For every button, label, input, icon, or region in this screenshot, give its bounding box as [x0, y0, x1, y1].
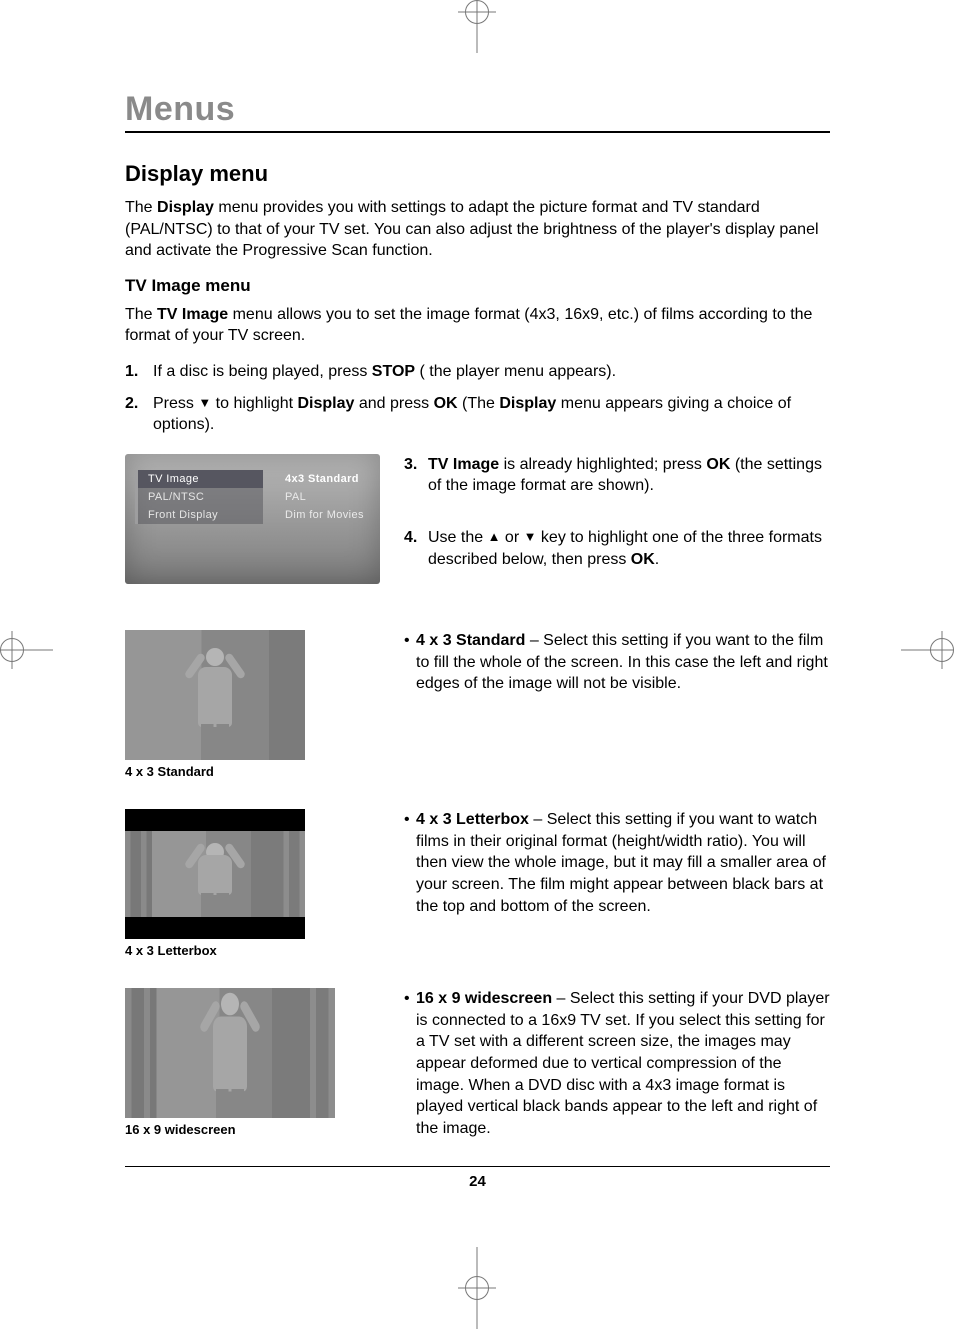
thumbnail-4x3-standard [125, 630, 305, 760]
step-1: 1. If a disc is being played, press STOP… [125, 361, 830, 383]
thumbnail-16x9-widescreen [125, 988, 335, 1118]
menu-value-front-display: Dim for Movies [285, 506, 364, 524]
steps-list-continued: 3. TV Image is already highlighted; pres… [404, 454, 830, 570]
format-description-widescreen: • 16 x 9 widescreen – Select this settin… [404, 988, 830, 1139]
menu-item-front-display: Front Display [138, 506, 263, 524]
crop-mark-top [465, 0, 489, 24]
section-title: Display menu [125, 161, 830, 187]
down-arrow-icon: ▼ [198, 394, 211, 412]
up-arrow-icon: ▲ [488, 528, 501, 546]
subsection-title: TV Image menu [125, 276, 830, 296]
step-3: 3. TV Image is already highlighted; pres… [404, 454, 830, 497]
crop-mark-right [930, 638, 954, 662]
down-arrow-icon: ▼ [524, 528, 537, 546]
page-number: 24 [125, 1173, 830, 1190]
caption-4x3-standard: 4 x 3 Standard [125, 764, 380, 779]
step-4: 4. Use the ▲ or ▼ key to highlight one o… [404, 527, 830, 570]
crop-mark-left [0, 638, 24, 662]
intro-paragraph: The Display menu provides you with setti… [125, 197, 830, 262]
steps-list: 1. If a disc is being played, press STOP… [125, 361, 830, 436]
format-description-standard: • 4 x 3 Standard – Select this setting i… [404, 630, 830, 695]
menu-item-pal-ntsc: PAL/NTSC [138, 488, 263, 506]
footer-rule [125, 1166, 830, 1167]
step-2: 2. Press ▼ to highlight Display and pres… [125, 393, 830, 436]
thumbnail-4x3-letterbox [125, 809, 305, 939]
divider [125, 131, 830, 133]
menu-item-tv-image: TV Image [138, 470, 263, 488]
menu-screenshot: TV Image PAL/NTSC Front Display 4x3 Stan… [125, 454, 380, 584]
chapter-title: Menus [125, 90, 830, 129]
format-description-letterbox: • 4 x 3 Letterbox – Select this setting … [404, 809, 830, 917]
tv-image-intro: The TV Image menu allows you to set the … [125, 304, 830, 347]
menu-value-tv-image: 4x3 Standard [285, 470, 364, 488]
menu-value-pal-ntsc: PAL [285, 488, 364, 506]
caption-16x9-widescreen: 16 x 9 widescreen [125, 1122, 380, 1137]
caption-4x3-letterbox: 4 x 3 Letterbox [125, 943, 380, 958]
crop-mark-bottom [465, 1276, 489, 1300]
